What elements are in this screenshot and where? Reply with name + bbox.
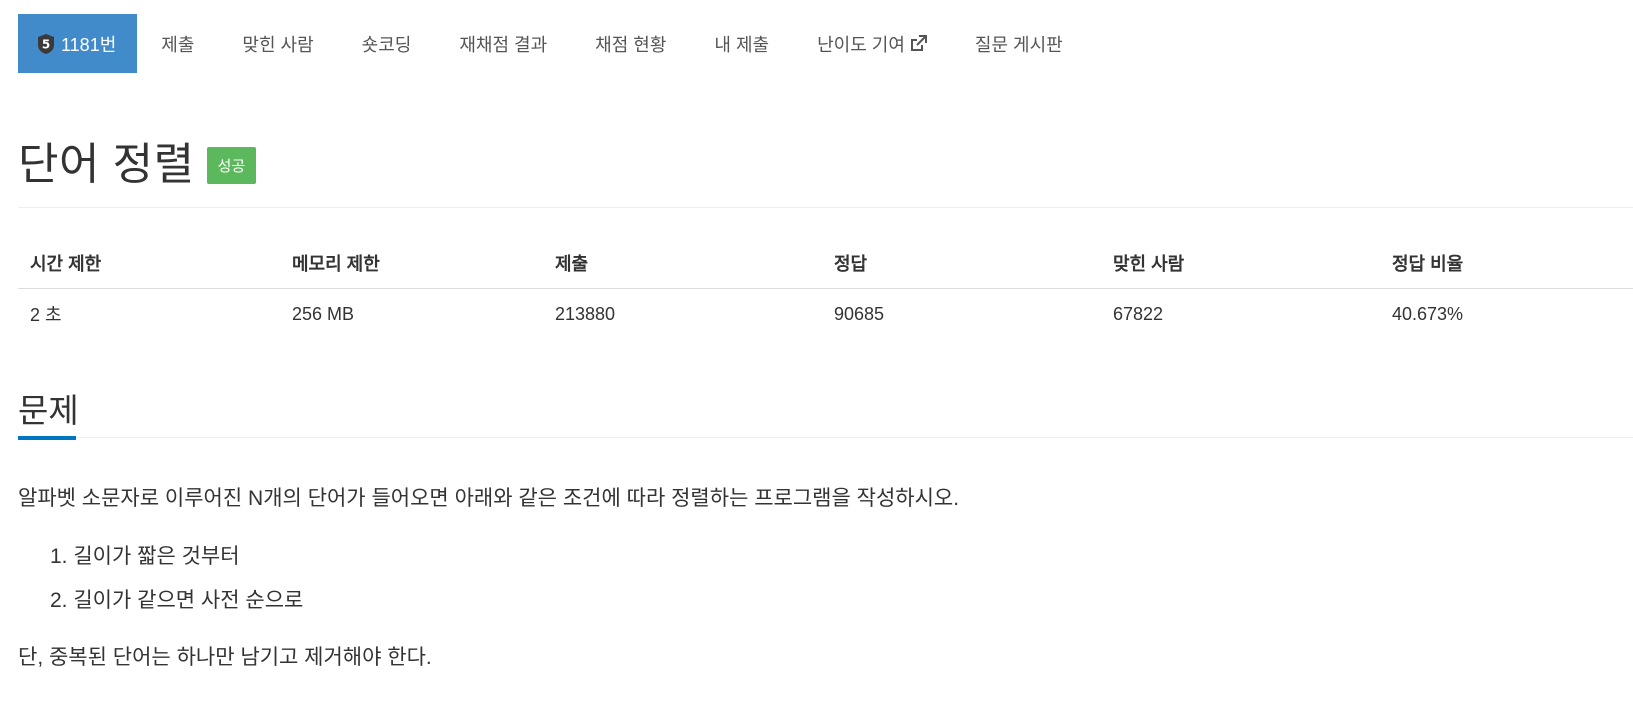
table-row: 2 초 256 MB 213880 90685 67822 40.673% bbox=[18, 288, 1633, 340]
tab-rejudge-results[interactable]: 재채점 결과 bbox=[435, 14, 571, 73]
title-divider bbox=[18, 207, 1633, 208]
tab-question-board-label: 질문 게시판 bbox=[974, 34, 1063, 55]
header-submissions: 제출 bbox=[543, 238, 822, 289]
header-accept-ratio: 정답 비율 bbox=[1380, 238, 1633, 289]
tab-submit[interactable]: 제출 bbox=[137, 14, 218, 73]
cell-memory-limit: 256 MB bbox=[292, 303, 355, 324]
section-divider bbox=[76, 437, 1633, 438]
header-memory-limit: 메모리 제한 bbox=[280, 238, 543, 289]
list-item: 2. 길이가 같으면 사전 순으로 bbox=[50, 589, 304, 612]
cell-accepted: 90685 bbox=[834, 303, 885, 324]
tab-problem[interactable]: 5 1181번 bbox=[18, 14, 138, 73]
tab-my-submissions-label: 내 제출 bbox=[714, 34, 770, 55]
external-link-icon bbox=[910, 35, 927, 52]
tab-rejudge-results-label: 재채점 결과 bbox=[459, 34, 548, 55]
problem-note: 단, 중복된 단어는 하나만 남기고 제거해야 한다. bbox=[18, 646, 432, 669]
section-title-underline bbox=[18, 436, 76, 440]
tier-badge-icon: 5 bbox=[37, 33, 55, 55]
header-solvers: 맞힌 사람 bbox=[1101, 238, 1380, 289]
tab-my-submissions[interactable]: 내 제출 bbox=[690, 14, 793, 73]
header-accepted: 정답 bbox=[822, 238, 1101, 289]
table-header-row: 시간 제한 메모리 제한 제출 정답 맞힌 사람 정답 비율 bbox=[18, 238, 1633, 289]
section-title: 문제 bbox=[18, 392, 79, 429]
tab-solvers-label: 맞힌 사람 bbox=[242, 34, 314, 55]
condition-list: 1. 길이가 짧은 것부터 2. 길이가 같으면 사전 순으로 bbox=[50, 540, 303, 628]
problem-nav: 5 1181번 제출 맞힌 사람 숏코딩 재채점 결과 채점 현황 내 제출 난… bbox=[18, 14, 1087, 73]
page-title: 단어 정렬 bbox=[18, 140, 195, 189]
cell-accept-ratio: 40.673% bbox=[1392, 303, 1464, 324]
problem-info-table: 시간 제한 메모리 제한 제출 정답 맞힌 사람 정답 비율 2 초 256 M… bbox=[18, 238, 1633, 340]
tab-submit-label: 제출 bbox=[161, 34, 195, 55]
problem-description: 알파벳 소문자로 이루어진 N개의 단어가 들어오면 아래와 같은 조건에 따라… bbox=[18, 487, 960, 510]
tab-solvers[interactable]: 맞힌 사람 bbox=[218, 14, 337, 73]
title-row: 단어 정렬 성공 bbox=[18, 128, 257, 192]
list-item: 1. 길이가 짧은 것부터 bbox=[50, 545, 240, 568]
svg-text:5: 5 bbox=[42, 37, 50, 51]
tab-problem-label: 1181번 bbox=[61, 34, 117, 55]
tab-question-board[interactable]: 질문 게시판 bbox=[951, 14, 1087, 73]
tab-judge-status-label: 채점 현황 bbox=[595, 34, 667, 55]
problem-page: 5 1181번 제출 맞힌 사람 숏코딩 재채점 결과 채점 현황 내 제출 난… bbox=[0, 0, 1633, 714]
header-time-limit: 시간 제한 bbox=[18, 238, 280, 289]
cell-submissions: 213880 bbox=[555, 303, 616, 324]
status-badge: 성공 bbox=[206, 146, 257, 184]
cell-time-limit: 2 초 bbox=[30, 305, 62, 326]
tab-short-coding-label: 숏코딩 bbox=[361, 34, 412, 55]
tab-difficulty-contribution-label: 난이도 기여 bbox=[817, 34, 905, 55]
tab-judge-status[interactable]: 채점 현황 bbox=[571, 14, 690, 73]
tab-difficulty-contribution[interactable]: 난이도 기여 bbox=[793, 14, 951, 73]
cell-solvers: 67822 bbox=[1113, 303, 1164, 324]
tab-short-coding[interactable]: 숏코딩 bbox=[338, 14, 436, 73]
